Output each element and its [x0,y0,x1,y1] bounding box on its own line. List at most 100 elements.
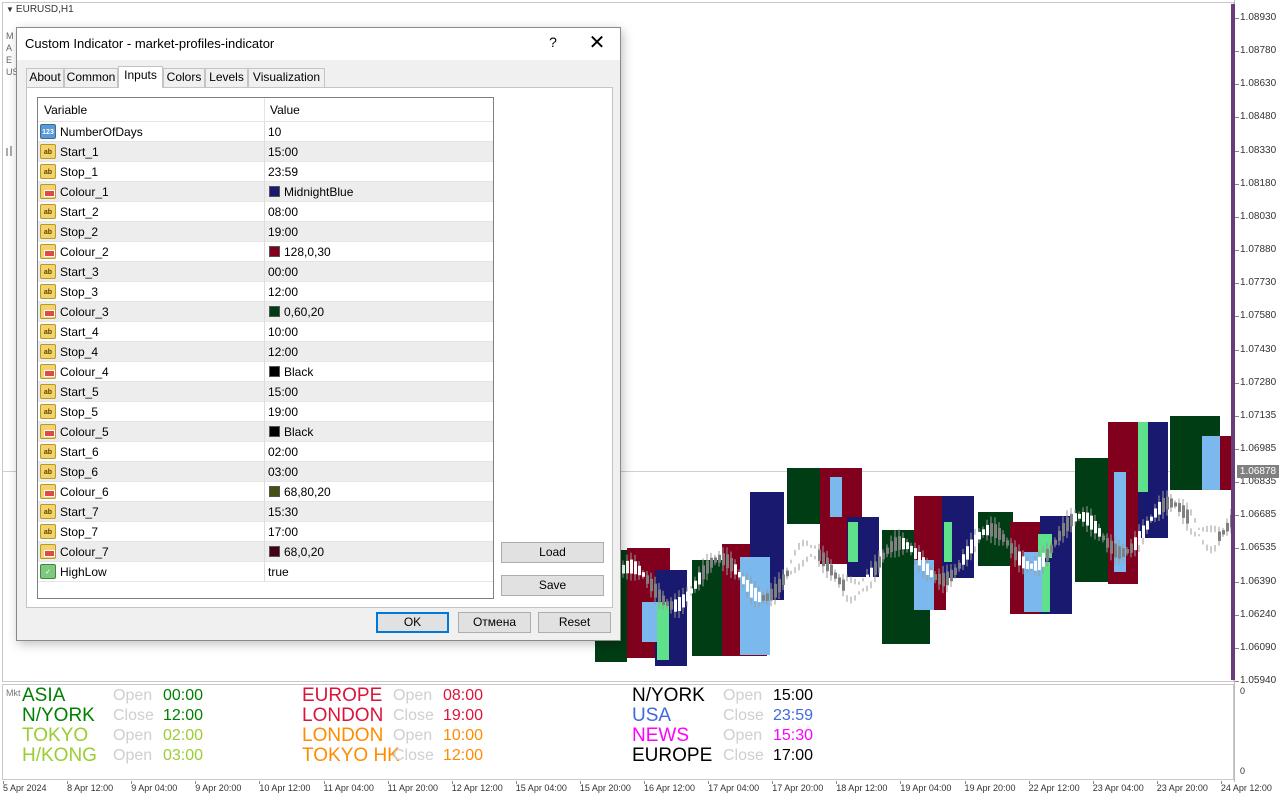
variable-name: Start_6 [60,445,99,459]
input-row-stop-7[interactable]: ab Stop_7 17:00 [38,522,493,542]
reset-button[interactable]: Reset [538,612,611,633]
variable-value[interactable]: 0,60,20 [284,305,324,319]
session-name: TOKYO HK [302,745,400,766]
input-row-stop-5[interactable]: ab Stop_5 19:00 [38,402,493,422]
variable-value[interactable]: 15:00 [268,385,298,399]
input-row-colour-1[interactable]: Colour_1 MidnightBlue [38,182,493,202]
session-box [1138,422,1148,492]
column-header-value[interactable]: Value [270,103,300,117]
price-tick [1235,349,1239,351]
input-row-colour-6[interactable]: Colour_6 68,80,20 [38,482,493,502]
input-row-colour-5[interactable]: Colour_5 Black [38,422,493,442]
variable-value[interactable]: 02:00 [268,445,298,459]
cell-separator [264,262,265,282]
cell-separator [264,482,265,502]
variable-value[interactable]: true [268,565,289,579]
help-button[interactable]: ? [543,34,563,54]
tab-colors[interactable]: Colors [163,68,205,87]
price-tick [1235,283,1239,285]
variable-value[interactable]: 128,0,30 [284,245,331,259]
price-tick [1235,117,1239,119]
input-row-colour-4[interactable]: Colour_4 Black [38,362,493,382]
chart-info-line: M [6,31,14,41]
tab-about[interactable]: About [26,68,64,87]
input-row-stop-4[interactable]: ab Stop_4 12:00 [38,342,493,362]
inputs-grid[interactable]: Variable Value 123 NumberOfDays 10 ab Start_… [37,97,494,599]
input-row-colour-3[interactable]: Colour_3 0,60,20 [38,302,493,322]
variable-value[interactable]: 03:00 [268,465,298,479]
column-header-variable[interactable]: Variable [44,103,87,117]
price-tick [1235,216,1239,218]
input-row-colour-2[interactable]: Colour_2 128,0,30 [38,242,493,262]
variable-value[interactable]: 12:00 [268,345,298,359]
input-row-start-5[interactable]: ab Start_5 15:00 [38,382,493,402]
custom-indicator-dialog[interactable]: Custom Indicator - market-profiles-indic… [16,27,621,641]
color-type-icon [40,304,56,319]
candle-body [994,524,997,539]
time-label: 10 Apr 12:00 [259,783,311,793]
tab-inputs[interactable]: Inputs [118,66,163,88]
variable-value[interactable]: Black [284,425,313,439]
chart-symbol-label: ▼ EURUSD,H1 [6,4,74,15]
tab-visualization[interactable]: Visualization [248,68,325,87]
input-row-start-4[interactable]: ab Start_4 10:00 [38,322,493,342]
variable-value[interactable]: 00:00 [268,265,298,279]
candle-body [1174,502,1177,507]
variable-value[interactable]: 19:00 [268,405,298,419]
tab-levels[interactable]: Levels [205,68,248,87]
price-label: 1.08930 [1240,12,1277,23]
candle-body [670,601,673,610]
close-button[interactable]: ✕ [583,31,611,55]
time-tick [579,781,581,784]
candle-body [1066,517,1069,532]
dialog-titlebar[interactable]: Custom Indicator - market-profiles-indic… [17,28,620,60]
input-row-stop-2[interactable]: ab Stop_2 19:00 [38,222,493,242]
ok-button[interactable]: OK [376,612,449,633]
candle-body [1086,512,1089,526]
input-row-start-6[interactable]: ab Start_6 02:00 [38,442,493,462]
save-button[interactable]: Save [501,575,604,596]
variable-value[interactable]: 08:00 [268,205,298,219]
candle-body [738,572,741,578]
input-row-start-2[interactable]: ab Start_2 08:00 [38,202,493,222]
variable-value[interactable]: 15:30 [268,505,298,519]
input-row-colour-7[interactable]: Colour_7 68,0,20 [38,542,493,562]
candle-body [630,559,633,574]
variable-value[interactable]: Black [284,365,313,379]
candle-body [810,547,813,554]
input-row-stop-6[interactable]: ab Stop_6 03:00 [38,462,493,482]
candle-body [10,146,12,156]
candle-body [702,565,705,580]
variable-value[interactable]: 10:00 [268,325,298,339]
triangle-down-icon[interactable]: ▼ [6,5,14,14]
variable-value[interactable]: 17:00 [268,525,298,539]
candle-body [822,552,825,567]
variable-value[interactable]: 15:00 [268,145,298,159]
variable-value[interactable]: 68,0,20 [284,545,324,559]
candle-body [666,601,669,606]
variable-value[interactable]: 19:00 [268,225,298,239]
input-row-stop-3[interactable]: ab Stop_3 12:00 [38,282,493,302]
variable-value[interactable]: MidnightBlue [284,185,353,199]
cancel-button[interactable]: Отмена [458,612,531,633]
variable-value[interactable]: 10 [268,125,281,139]
column-separator[interactable] [264,98,265,122]
input-row-highlow[interactable]: ✓ HighLow true [38,562,493,582]
input-row-numberofdays[interactable]: 123 NumberOfDays 10 [38,122,493,142]
candle-body [1018,551,1021,566]
candle-body [910,545,913,553]
variable-value[interactable]: 12:00 [268,285,298,299]
cell-separator [264,282,265,302]
load-button[interactable]: Load [501,542,604,563]
candle-body [1146,520,1149,530]
input-row-start-3[interactable]: ab Start_3 00:00 [38,262,493,282]
input-row-stop-1[interactable]: ab Stop_1 23:59 [38,162,493,182]
candle-body [790,563,793,571]
input-row-start-7[interactable]: ab Start_7 15:30 [38,502,493,522]
time-label: 23 Apr 04:00 [1092,783,1144,793]
variable-value[interactable]: 23:59 [268,165,298,179]
tab-common[interactable]: Common [64,68,118,87]
input-row-start-1[interactable]: ab Start_1 15:00 [38,142,493,162]
variable-value[interactable]: 68,80,20 [284,485,331,499]
time-label: 22 Apr 12:00 [1028,783,1080,793]
